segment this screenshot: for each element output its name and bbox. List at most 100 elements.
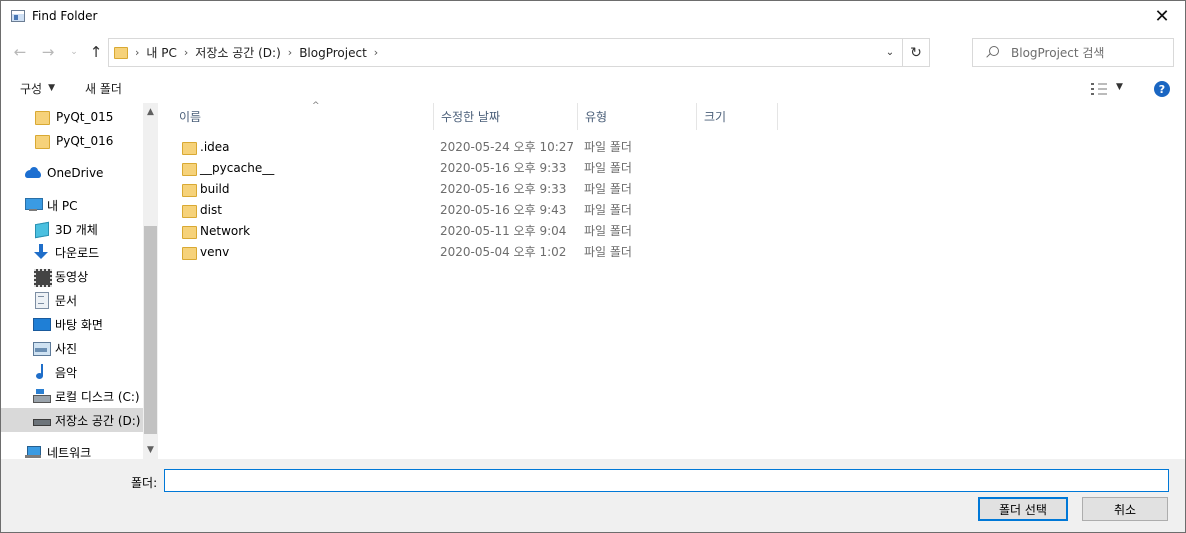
sidebar-scrollbar[interactable]: ▲ ▼	[143, 103, 158, 459]
sidebar-item-storage-d[interactable]: 저장소 공간 (D:)	[1, 408, 143, 432]
file-name: __pycache__	[200, 160, 275, 175]
music-icon	[33, 364, 49, 380]
file-type: 파일 폴더	[584, 182, 632, 196]
sidebar-item-my-pc[interactable]: 내 PC	[1, 193, 143, 217]
select-folder-button[interactable]: 폴더 선택	[978, 497, 1068, 521]
file-name: dist	[200, 202, 222, 217]
chevron-down-icon: ⌄	[70, 47, 78, 57]
column-modified-label: 수정한 날짜	[441, 110, 501, 124]
scroll-down-icon[interactable]: ▼	[143, 443, 158, 457]
sidebar-item-onedrive[interactable]: OneDrive	[1, 161, 143, 185]
find-folder-dialog: Find Folder ✕ ← → ⌄ ↑ › 내 PC › 저장소 공간 (D…	[0, 0, 1186, 533]
file-name: venv	[200, 244, 230, 259]
column-header-size[interactable]: 크기	[697, 103, 778, 130]
refresh-button[interactable]: ↻	[902, 39, 929, 66]
refresh-icon: ↻	[910, 44, 922, 61]
sidebar-item-desktop[interactable]: 바탕 화면	[1, 312, 143, 336]
sidebar-item-pictures[interactable]: 사진	[1, 336, 143, 360]
new-folder-button[interactable]: 새 폴더	[85, 80, 122, 97]
folder-icon	[182, 244, 197, 260]
table-row[interactable]: dist 2020-05-16 오후 9:43 파일 폴더	[158, 199, 778, 220]
arrow-right-icon: →	[41, 43, 55, 61]
document-icon	[33, 292, 49, 309]
arrow-left-icon: ←	[13, 43, 27, 61]
view-options-icon[interactable]	[1091, 83, 1107, 95]
table-row[interactable]: Network 2020-05-11 오후 9:04 파일 폴더	[158, 220, 778, 241]
sidebar-item-music[interactable]: 음악	[1, 360, 143, 384]
address-dropdown-button[interactable]: ⌄	[879, 39, 901, 66]
sidebar-item-label: 내 PC	[47, 198, 78, 213]
back-button[interactable]: ←	[9, 41, 31, 63]
arrow-up-icon: ↑	[89, 43, 103, 61]
close-icon: ✕	[1154, 5, 1170, 27]
breadcrumb-drive-d[interactable]: 저장소 공간 (D:)	[195, 44, 280, 61]
folder-icon	[34, 109, 50, 125]
address-bar[interactable]: › 내 PC › 저장소 공간 (D:) › BlogProject › ⌄ ↻	[108, 38, 930, 67]
drive-icon	[33, 412, 51, 428]
breadcrumb-my-pc[interactable]: 내 PC	[146, 44, 176, 61]
search-box[interactable]	[972, 38, 1174, 67]
sidebar-item-pyqt-015[interactable]: PyQt_015	[1, 105, 143, 129]
close-button[interactable]: ✕	[1139, 1, 1185, 31]
breadcrumb-blogproject[interactable]: BlogProject	[299, 46, 367, 60]
file-modified: 2020-05-24 오후 10:27	[440, 140, 575, 154]
network-icon	[25, 444, 41, 459]
file-modified: 2020-05-11 오후 9:04	[440, 224, 567, 238]
organize-menu[interactable]: 구성 ▼	[20, 80, 55, 97]
window-title: Find Folder	[32, 9, 98, 23]
table-row[interactable]: venv 2020-05-04 오후 1:02 파일 폴더	[158, 241, 778, 262]
file-type: 파일 폴더	[584, 224, 632, 238]
desktop-icon	[33, 316, 51, 332]
column-header-name[interactable]: ^ 이름	[172, 101, 434, 130]
sidebar-item-network[interactable]: 네트워크	[1, 440, 143, 459]
file-list: ^ 이름 수정한 날짜 유형 크기 .idea 2020-05-24 오후 10…	[158, 101, 1185, 459]
sidebar-item-label: PyQt_016	[56, 134, 114, 148]
chevron-right-icon: ›	[135, 46, 140, 59]
cancel-button[interactable]: 취소	[1082, 497, 1168, 521]
download-icon	[33, 244, 49, 260]
sidebar-item-label: 음악	[55, 365, 78, 380]
folder-icon	[182, 202, 197, 218]
file-modified: 2020-05-16 오후 9:43	[440, 203, 567, 217]
column-header-type[interactable]: 유형	[578, 103, 697, 130]
dialog-footer: 폴더: 폴더 선택 취소	[1, 459, 1185, 532]
computer-icon	[25, 197, 43, 213]
sidebar-item-label: 사진	[55, 341, 78, 356]
chevron-right-icon: ›	[287, 46, 293, 59]
sidebar-item-videos[interactable]: 동영상	[1, 264, 143, 288]
forward-button[interactable]: →	[37, 41, 59, 63]
file-modified: 2020-05-16 오후 9:33	[440, 182, 567, 196]
new-folder-label: 새 폴더	[85, 81, 122, 96]
organize-label: 구성	[20, 81, 43, 96]
drive-icon	[33, 388, 51, 404]
up-button[interactable]: ↑	[85, 41, 107, 63]
help-icon[interactable]: ?	[1154, 81, 1170, 97]
folder-name-input[interactable]	[164, 469, 1169, 492]
sidebar-item-label: 문서	[55, 293, 78, 308]
table-row[interactable]: build 2020-05-16 오후 9:33 파일 폴더	[158, 178, 778, 199]
folder-icon	[182, 160, 197, 176]
sort-ascending-icon: ^	[312, 101, 320, 111]
sidebar-item-local-disk-c[interactable]: 로컬 디스크 (C:)	[1, 384, 143, 408]
scrollbar-thumb[interactable]	[144, 226, 157, 434]
file-name: Network	[200, 223, 251, 238]
column-name-label: 이름	[179, 110, 202, 124]
scroll-up-icon[interactable]: ▲	[143, 105, 158, 119]
sidebar-item-documents[interactable]: 문서	[1, 288, 143, 312]
navigation-bar: ← → ⌄ ↑ › 내 PC › 저장소 공간 (D:) › BlogProje…	[1, 31, 1185, 71]
file-modified: 2020-05-04 오후 1:02	[440, 245, 567, 259]
chevron-down-icon: ⌄	[885, 47, 895, 58]
recent-locations-button[interactable]: ⌄	[63, 41, 85, 63]
cube-icon	[33, 221, 49, 237]
sidebar-item-pyqt-016[interactable]: PyQt_016	[1, 129, 143, 153]
table-row[interactable]: .idea 2020-05-24 오후 10:27 파일 폴더	[158, 136, 778, 157]
window-icon	[11, 10, 25, 22]
navigation-pane: PyQt_015 PyQt_016 OneDrive 내 PC 3D 개체 다운…	[1, 103, 158, 459]
view-options-caret-icon[interactable]: ▼	[1116, 82, 1123, 92]
sidebar-item-3d-objects[interactable]: 3D 개체	[1, 217, 143, 241]
table-row[interactable]: __pycache__ 2020-05-16 오후 9:33 파일 폴더	[158, 157, 778, 178]
search-input[interactable]	[1011, 45, 1171, 60]
column-header-modified[interactable]: 수정한 날짜	[434, 103, 578, 130]
column-type-label: 유형	[585, 110, 608, 124]
sidebar-item-downloads[interactable]: 다운로드	[1, 240, 143, 264]
